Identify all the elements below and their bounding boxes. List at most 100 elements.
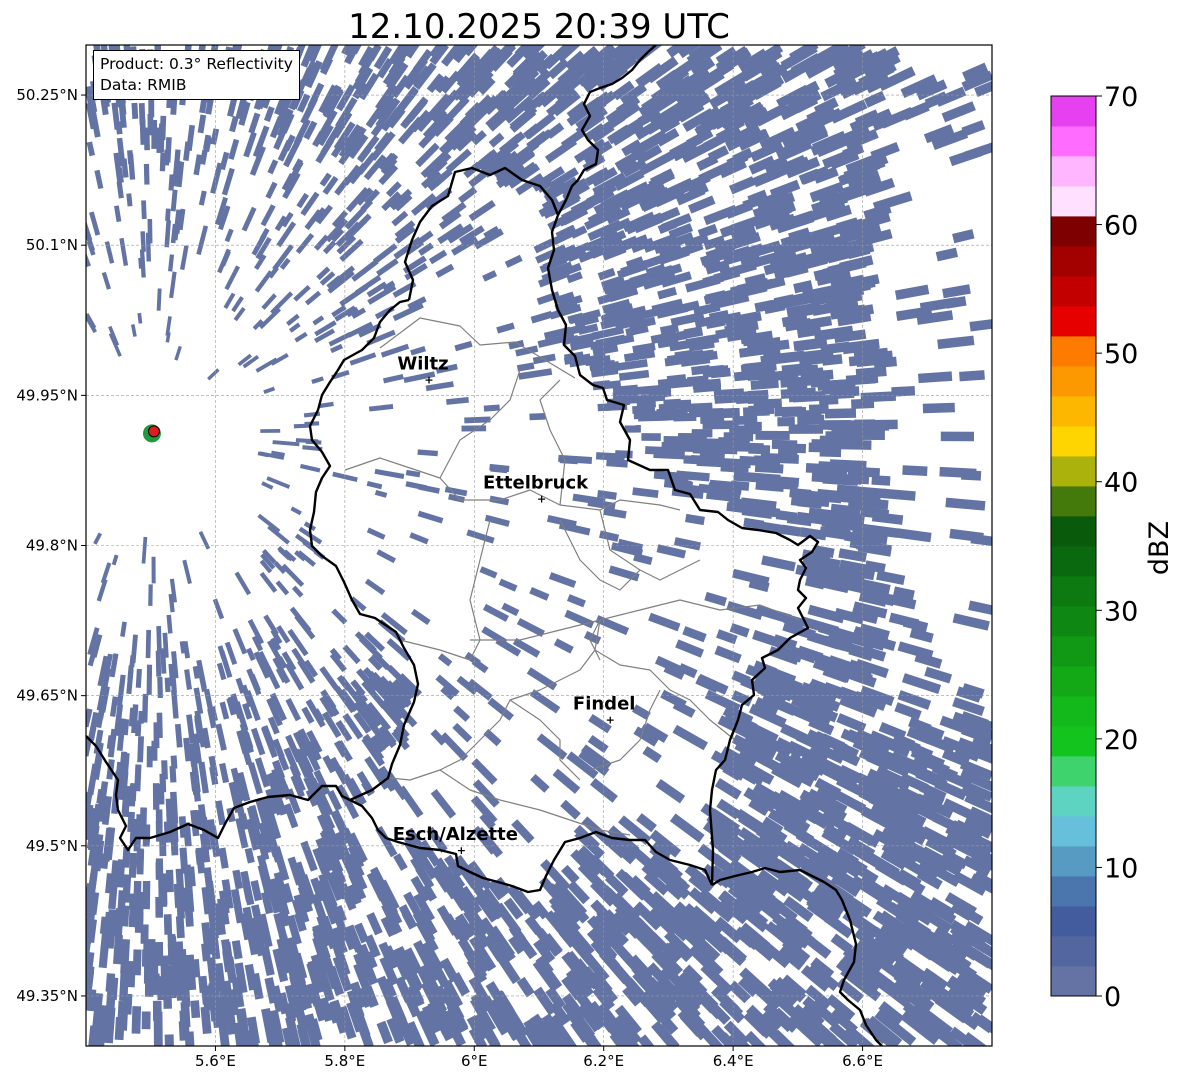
colorbar-segment [1051,396,1096,427]
echo-cell [151,556,156,584]
colorbar-ticks: 0 10 20 30 40 50 60 70 [1096,82,1138,1013]
city-marker: + [606,714,615,727]
y-tick-label: 49.95°N [16,386,78,404]
echo-cell [119,969,130,1002]
echo-cell [729,434,750,444]
echo-cell [824,408,857,419]
echo-cell [151,119,158,149]
x-tick-label: 6°E [461,1052,488,1070]
echo-cell [152,783,160,810]
echo-cell [529,412,546,421]
echo-cell [201,985,212,1005]
x-tick-label: 5.8°E [324,1052,365,1070]
echo-cell [664,443,699,453]
echo-cell [819,435,842,446]
echo-cell [135,668,142,688]
city-label: Esch/Alzette [393,824,518,845]
echo-cell [145,629,152,659]
echo-cell [156,712,163,738]
city-label: Ettelbruck [483,472,589,493]
x-tick-label: 6.6°E [842,1052,883,1070]
echo-cell [606,458,628,468]
city-label: Wiltz [397,353,448,374]
echo-cell [641,433,661,442]
colorbar-segment [1051,336,1096,367]
echo-cell [147,954,156,980]
echo-cell [131,1006,142,1034]
y-tick-label: 50.25°N [16,86,78,104]
echo-cell [145,232,151,262]
radar-site-icon[interactable] [147,425,160,438]
map-area[interactable]: +Wiltz+Ettelbruck+Findel+Esch/Alzette [79,30,1009,1064]
echo-cell [842,426,873,436]
colorbar-segment [1051,846,1096,877]
echo-cell [180,981,191,1008]
echo-cell [165,869,174,893]
echo-cell [117,1000,128,1025]
echo-cell [175,916,185,939]
colorbar-segment [1051,636,1096,667]
echo-cell [155,820,163,842]
echo-cell [156,127,163,154]
city-marker: + [457,844,466,857]
y-axis-ticks: 50.25°N 50.1°N 49.95°N 49.8°N 49.65°N 49.5°N 4… [16,86,86,1005]
colorbar-segment [1051,96,1096,127]
colorbar-segment [1051,546,1096,577]
y-tick-label: 49.5°N [26,837,78,855]
echo-cell [735,442,764,453]
echo-cell [178,1020,189,1041]
colorbar-segment [1051,486,1096,517]
y-tick-label: 50.1°N [26,236,78,254]
echo-cell [159,152,166,172]
colorbar-label: dBZ [1144,521,1175,575]
echo-cell [754,462,784,474]
y-tick-label: 49.8°N [26,537,78,555]
x-tick-label: 6.2°E [583,1052,624,1070]
colorbar-segment [1051,306,1096,337]
echo-cell [143,127,150,151]
colorbar-segment [1051,786,1096,817]
colorbar-segment [1051,606,1096,637]
colorbar-segment [1051,576,1096,607]
echo-cell [902,465,928,477]
colorbar-tick-label: 60 [1104,211,1138,242]
echo-cell [131,102,139,119]
echo-cell [615,450,633,459]
echo-cell [829,386,860,398]
echo-cell [868,419,898,430]
echo-cell [144,978,154,997]
echo-cell [143,824,151,843]
colorbar-tick-label: 40 [1104,468,1138,499]
echo-cell [788,424,824,434]
colorbar-segment [1051,426,1096,457]
echo-cell [155,650,162,677]
city-marker: + [537,492,546,505]
echo-cell [141,1011,151,1030]
colorbar-segment [1051,936,1096,967]
echo-cell [771,439,798,450]
echo-cell [163,914,173,935]
echo-cell [695,438,723,448]
echo-cell [260,428,281,433]
echo-cell [146,746,153,768]
colorbar-segment [1051,366,1096,397]
echo-cell [167,933,177,958]
echo-cell [922,402,955,414]
echo-cell [810,376,831,388]
colorbar-segment [1051,276,1096,307]
colorbar-segment [1051,876,1096,907]
echo-cell [656,408,688,418]
colorbar-segment [1051,666,1096,697]
colorbar-segment [1051,246,1096,277]
echo-cell [155,896,164,918]
echo-cell [156,626,162,653]
echo-cell [683,455,709,465]
colorbar-tick-label: 10 [1104,853,1138,884]
echo-cell [819,446,842,458]
echo-cell [169,765,177,783]
echo-cell [763,453,799,464]
echo-cell [153,1011,163,1046]
echo-cell [624,425,641,433]
echo-cell [146,664,153,695]
colorbar-tick-label: 30 [1104,596,1138,627]
